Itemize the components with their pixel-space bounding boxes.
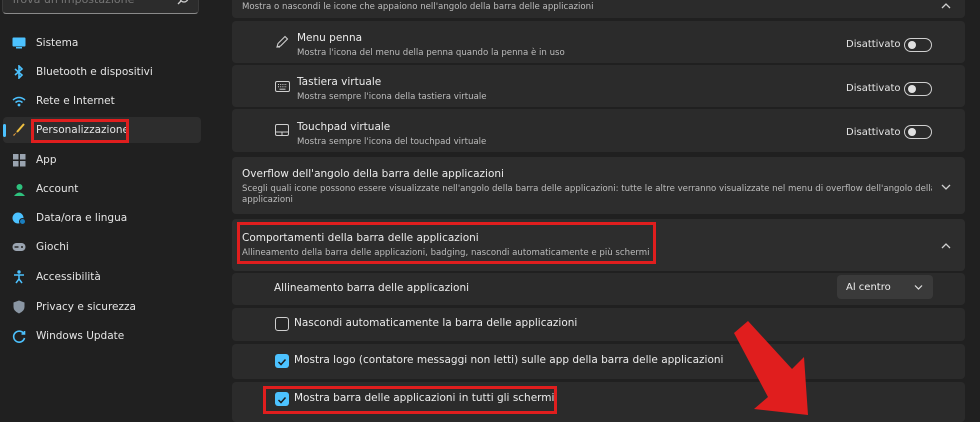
behaviors-card[interactable]: Comportamenti della barra delle applicaz…	[232, 219, 965, 271]
shield-icon	[12, 300, 26, 314]
gamepad-icon	[12, 240, 26, 254]
row-menu-penna: Menu penna Mostra l'icona del menu della…	[232, 21, 965, 63]
option-label: Mostra barra delle applicazioni in tutti…	[294, 392, 555, 404]
overflow-card[interactable]: Overflow dell'angolo della barra delle a…	[232, 157, 965, 214]
sidebar-item-label: Bluetooth e dispositivi	[36, 66, 153, 78]
row-subtitle: Mostra sempre l'icona della tastiera vir…	[297, 92, 487, 102]
alignment-dropdown[interactable]: Al centro	[837, 275, 933, 299]
row-tastiera-virtuale: Tastiera virtuale Mostra sempre l'icona …	[232, 65, 965, 107]
sidebar-item-label: Data/ora e lingua	[36, 212, 128, 224]
overflow-subtitle-continued: applicazioni	[242, 195, 293, 205]
row-subtitle: Mostra l'icona del menu della penna quan…	[297, 48, 565, 58]
sidebar-item-label: Rete e Internet	[36, 95, 115, 107]
sidebar: Sistema Bluetooth e dispositivi Rete e I…	[0, 0, 215, 420]
sidebar-item-accessibilita[interactable]: Accessibilità	[3, 264, 201, 290]
brush-icon	[12, 123, 26, 137]
sidebar-item-label: Account	[36, 183, 79, 195]
checkmark-icon	[277, 396, 287, 404]
sidebar-item-data-ora[interactable]: Data/ora e lingua	[3, 205, 201, 231]
auto-hide-checkbox[interactable]	[275, 317, 289, 331]
sidebar-item-label: Personalizzazione	[36, 124, 129, 136]
touchpad-icon	[275, 124, 289, 136]
chevron-up-icon[interactable]	[940, 0, 952, 12]
chevron-down-icon	[914, 285, 923, 290]
sidebar-item-label: Privacy e sicurezza	[36, 301, 136, 313]
row-title: Touchpad virtuale	[297, 121, 391, 133]
bluetooth-icon	[12, 65, 26, 79]
sidebar-item-label: Accessibilità	[36, 271, 101, 283]
toggle-state-label: Disattivato	[846, 83, 901, 94]
active-indicator	[3, 124, 6, 137]
row-title: Menu penna	[297, 32, 363, 44]
alignment-label: Allineamento barra delle applicazioni	[274, 282, 470, 294]
row-title: Tastiera virtuale	[297, 76, 382, 88]
chevron-up-icon[interactable]	[940, 240, 952, 252]
update-icon	[12, 329, 26, 343]
sidebar-item-label: Giochi	[36, 241, 69, 253]
taskbar-corner-icons-card: Mostra o nascondi le icone che appaiono …	[232, 0, 965, 18]
accessibility-icon	[12, 270, 26, 284]
sidebar-item-label: App	[36, 154, 57, 166]
toggle-menu-penna[interactable]	[904, 38, 932, 52]
apps-icon	[12, 153, 26, 167]
search-icon[interactable]	[176, 0, 190, 6]
red-arrow-icon	[734, 321, 808, 415]
search-box[interactable]	[2, 0, 199, 14]
sidebar-item-personalizzazione[interactable]: Personalizzazione	[3, 117, 201, 143]
account-icon	[12, 182, 26, 196]
all-displays-checkbox[interactable]	[275, 392, 289, 406]
toggle-touchpad-virtuale[interactable]	[904, 125, 932, 139]
option-label: Mostra logo (contatore messaggi non lett…	[294, 354, 724, 366]
row-auto-hide[interactable]: Nascondi automaticamente la barra delle …	[232, 308, 965, 341]
sidebar-item-rete[interactable]: Rete e Internet	[3, 88, 201, 114]
sidebar-item-app[interactable]: App	[3, 147, 201, 173]
overflow-title: Overflow dell'angolo della barra delle a…	[242, 168, 504, 180]
row-all-displays[interactable]: Mostra barra delle applicazioni in tutti…	[232, 382, 965, 422]
row-show-badges[interactable]: Mostra logo (contatore messaggi non lett…	[232, 344, 965, 379]
pen-icon	[276, 35, 289, 48]
card-subtitle: Mostra o nascondi le icone che appaiono …	[242, 2, 594, 12]
sidebar-item-windows-update[interactable]: Windows Update	[3, 323, 201, 349]
toggle-state-label: Disattivato	[846, 39, 901, 50]
sidebar-item-bluetooth[interactable]: Bluetooth e dispositivi	[3, 59, 201, 85]
sidebar-item-privacy[interactable]: Privacy e sicurezza	[3, 294, 201, 320]
sidebar-item-giochi[interactable]: Giochi	[3, 234, 201, 260]
sidebar-item-label: Windows Update	[36, 330, 125, 342]
monitor-icon	[12, 36, 26, 50]
search-input[interactable]	[11, 0, 171, 6]
option-label: Nascondi automaticamente la barra delle …	[294, 317, 578, 329]
sidebar-item-sistema[interactable]: Sistema	[3, 30, 201, 56]
alignment-value: Al centro	[846, 281, 891, 293]
toggle-tastiera-virtuale[interactable]	[904, 82, 932, 96]
wifi-icon	[12, 94, 26, 108]
behaviors-subtitle: Allineamento della barra delle applicazi…	[242, 248, 650, 258]
behaviors-title: Comportamenti della barra delle applicaz…	[242, 232, 479, 244]
show-badges-checkbox[interactable]	[275, 354, 289, 368]
keyboard-icon	[275, 81, 290, 92]
checkmark-icon	[277, 358, 287, 366]
row-subtitle: Mostra sempre l'icona del touchpad virtu…	[297, 137, 487, 147]
chevron-down-icon[interactable]	[940, 181, 952, 193]
row-touchpad-virtuale: Touchpad virtuale Mostra sempre l'icona …	[232, 109, 965, 152]
overflow-subtitle: Scegli quali icone possono essere visual…	[242, 184, 932, 194]
toggle-state-label: Disattivato	[846, 127, 901, 138]
sidebar-item-account[interactable]: Account	[3, 176, 201, 202]
globe-clock-icon	[12, 211, 26, 225]
sidebar-item-label: Sistema	[36, 37, 79, 49]
